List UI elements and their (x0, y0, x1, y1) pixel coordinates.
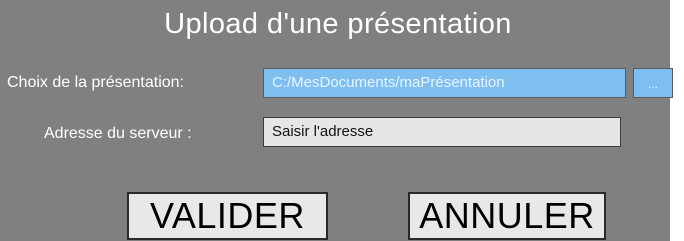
server-address-input[interactable]: Saisir l'adresse (263, 117, 621, 147)
dialog-title: Upload d'une présentation (164, 8, 512, 40)
file-path-field[interactable]: C:/MesDocuments/maPrésentation (263, 68, 626, 98)
server-address-label: Adresse du serveur : (44, 125, 192, 142)
cancel-button[interactable]: ANNULER (408, 192, 606, 240)
file-choice-label: Choix de la présentation: (7, 74, 184, 91)
browse-button[interactable]: ... (633, 68, 673, 98)
validate-button[interactable]: VALIDER (127, 192, 328, 240)
upload-dialog: Upload d'une présentation Choix de la pr… (0, 0, 676, 241)
